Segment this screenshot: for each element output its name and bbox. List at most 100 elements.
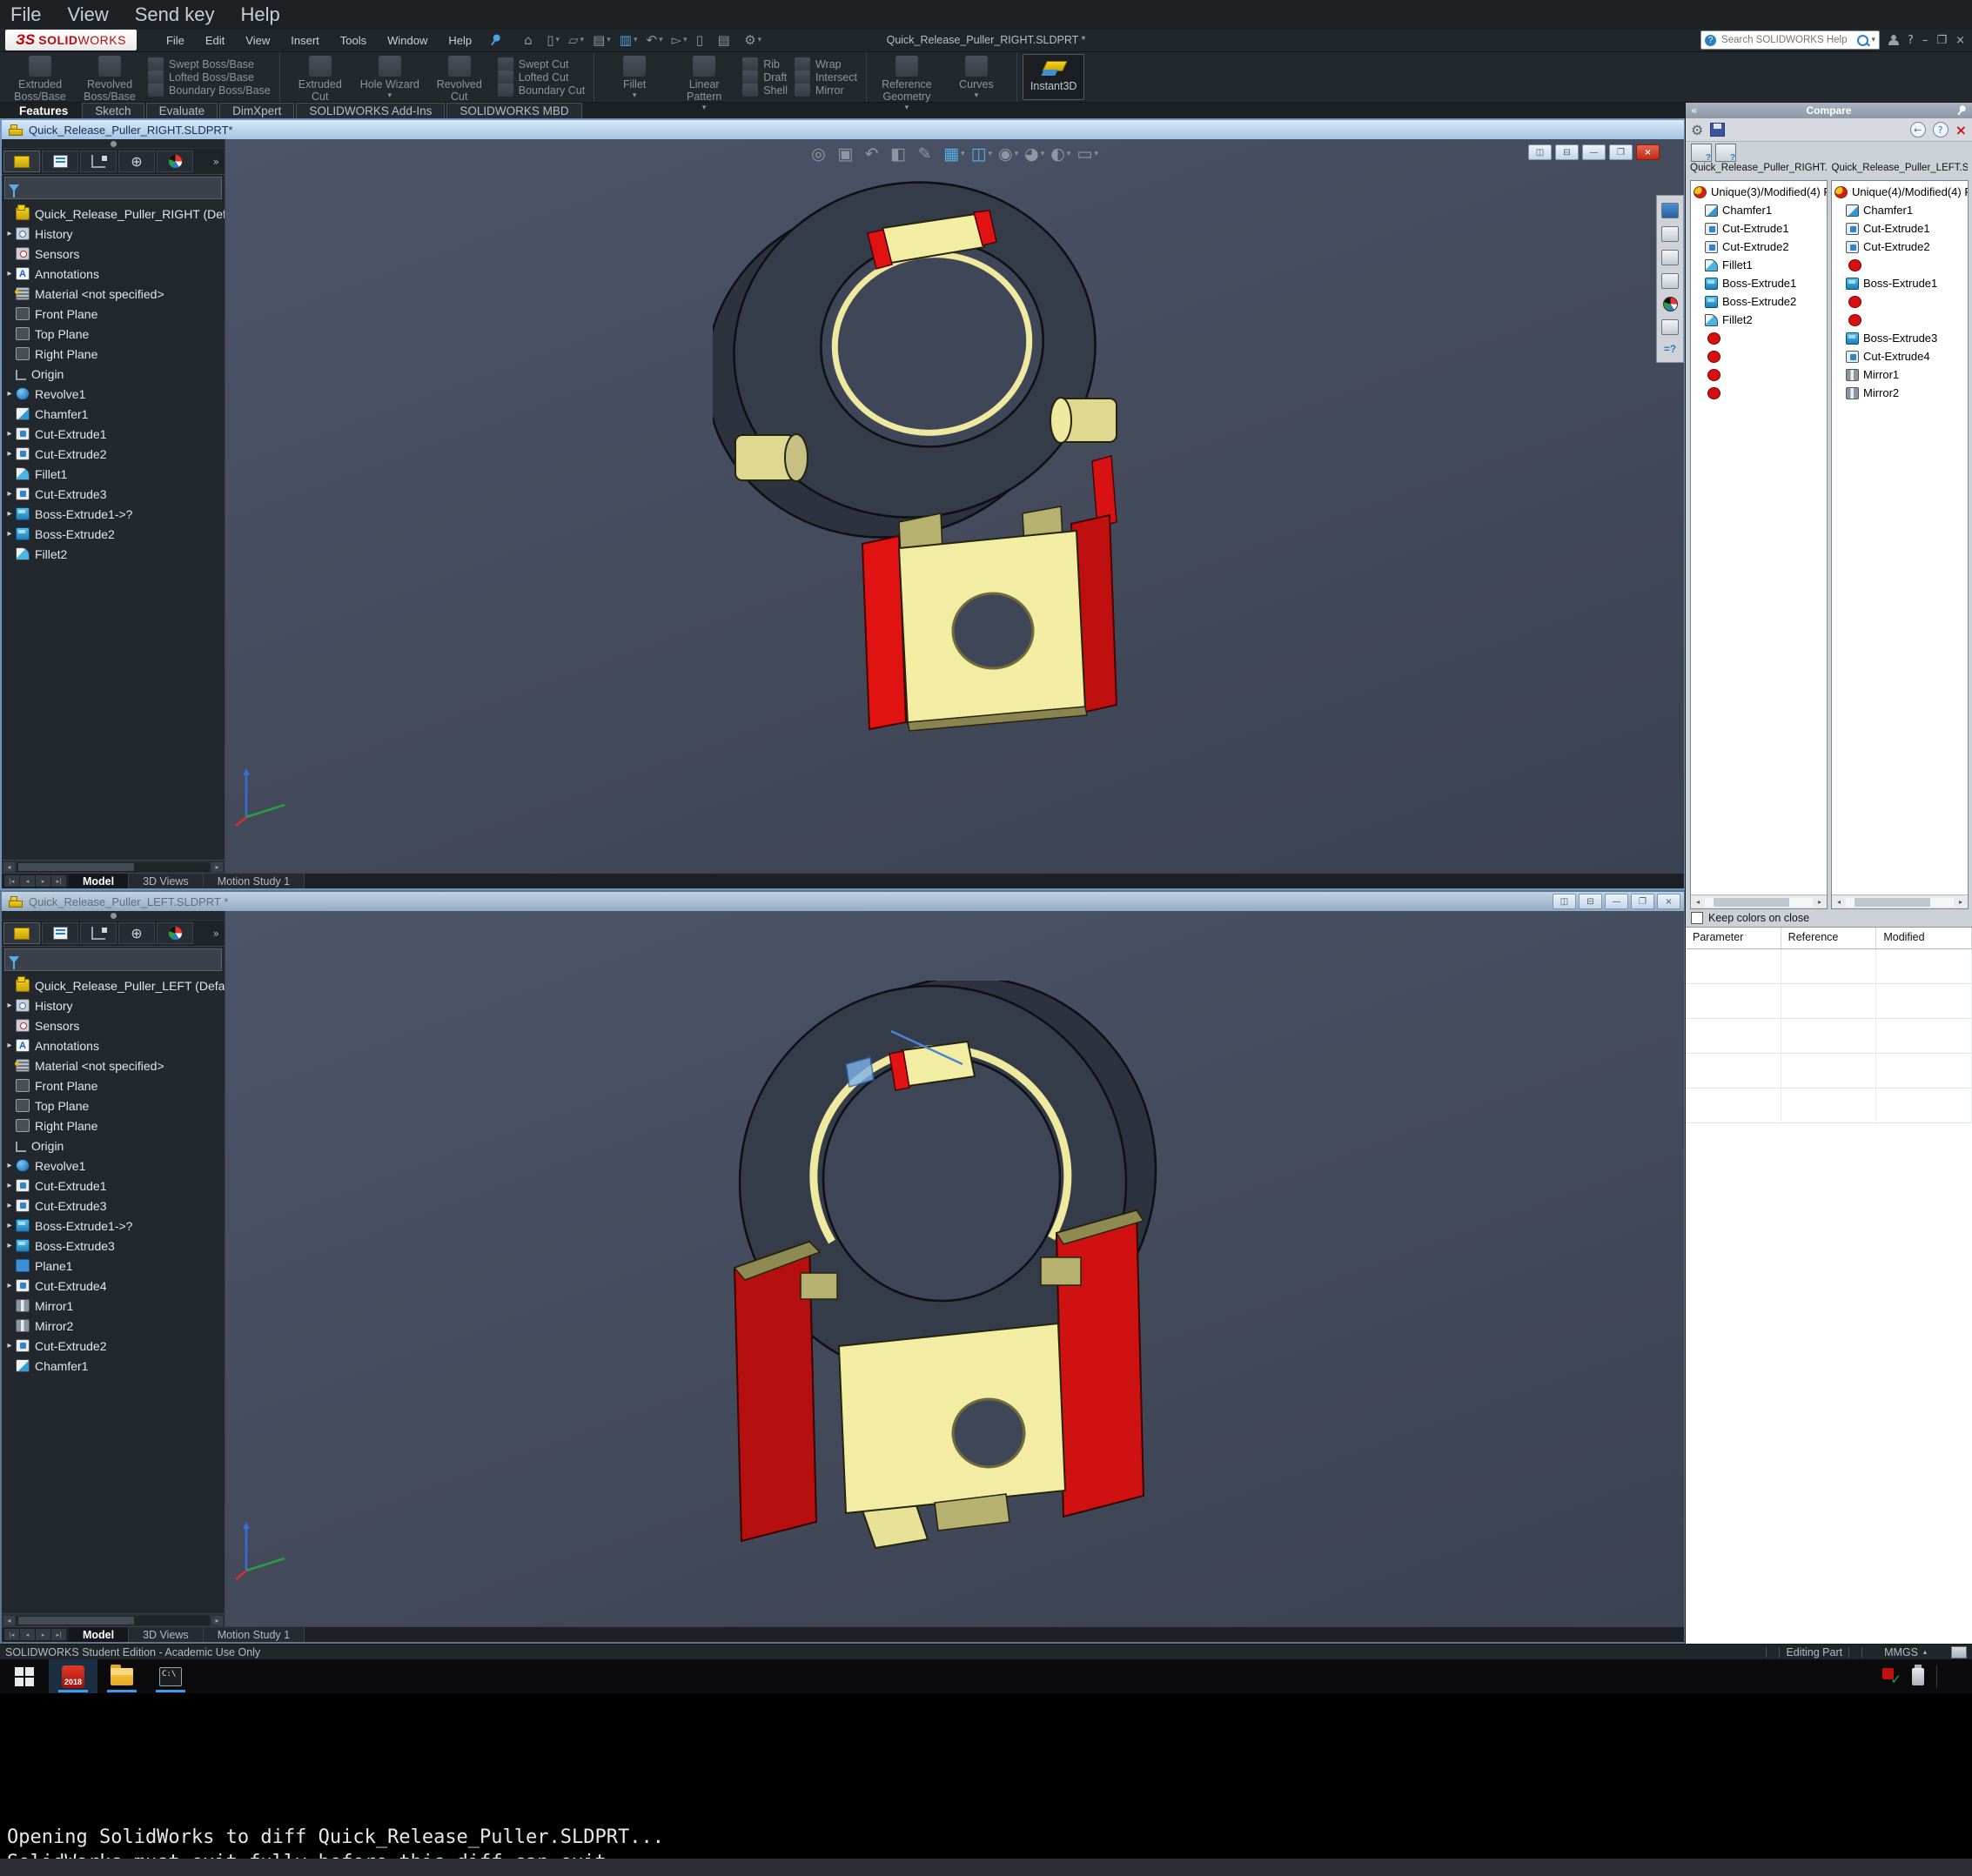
ribbon-tab[interactable]: Evaluate [146, 103, 218, 118]
ribbon-button[interactable]: Revolved Cut ▾ [428, 55, 491, 100]
ribbon-button[interactable]: Extruded Boss/Base ▾ [9, 55, 71, 100]
tree-item[interactable]: ▸ Boss-Extrude2 [3, 524, 225, 544]
tree-item[interactable]: ▸ Revolve1 [3, 384, 225, 404]
app-menu-item[interactable]: Tools [340, 34, 366, 47]
outer-menu-item[interactable]: View [67, 3, 108, 26]
tree-item[interactable]: ▸ Right Plane [3, 344, 225, 364]
compare-item[interactable] [1834, 256, 1968, 274]
ribbon-button[interactable]: Hole Wizard ▾ [359, 55, 421, 100]
compare-features-tab-icon[interactable] [1691, 144, 1712, 162]
tree-item[interactable]: ▸ Cut-Extrude2 [3, 444, 225, 464]
gear-icon[interactable]: ⚙ [1691, 122, 1703, 138]
ribbon-tab[interactable]: SOLIDWORKS Add-Ins [296, 103, 445, 118]
capsule-icon[interactable]: ▯ ▾ [696, 32, 709, 48]
ribbon-small-button[interactable]: Wrap [795, 57, 857, 70]
compare-item[interactable] [1693, 347, 1827, 365]
ribbon-small-button[interactable]: Boundary Boss/Base [148, 84, 271, 97]
tree-item[interactable]: ▸ Boss-Extrude1->? [3, 504, 225, 524]
user-icon[interactable] [1888, 35, 1899, 45]
tab-scroll-buttons[interactable]: |◂◂▸▸| [2, 1627, 69, 1642]
tree-item[interactable]: ▸ Right Plane [3, 1116, 225, 1136]
view-palette-icon[interactable] [1661, 273, 1679, 289]
table-column-header[interactable]: Modified [1876, 928, 1972, 948]
save-report-icon[interactable] [1710, 123, 1725, 137]
compare-item[interactable]: Boss-Extrude3 [1834, 329, 1968, 347]
tree-item[interactable]: ▸ Cut-Extrude1 [3, 1176, 225, 1196]
displaymanager-tab[interactable] [157, 922, 193, 944]
tree-item[interactable]: ▸ Chamfer1 [3, 1356, 225, 1376]
ribbon-small-button[interactable]: Draft [742, 70, 788, 84]
expand-tabs-icon[interactable]: » [213, 928, 223, 940]
tree-filter[interactable] [4, 948, 222, 971]
tree-item[interactable]: ▸ Revolve1 [3, 1156, 225, 1176]
compare-item[interactable]: Boss-Extrude1 [1693, 274, 1827, 292]
ribbon-small-button[interactable]: Mirror [795, 84, 857, 97]
table-column-header[interactable]: Parameter [1686, 928, 1781, 948]
select-icon[interactable]: ▻ ▾ [672, 32, 688, 48]
compare-item[interactable]: Cut-Extrude2 [1834, 238, 1968, 256]
help-icon[interactable]: ? [1908, 34, 1914, 47]
compare-item[interactable]: Cut-Extrude1 [1693, 219, 1827, 238]
propertymanager-tab[interactable] [42, 151, 78, 172]
app-menu-item[interactable]: Edit [205, 34, 225, 47]
tree-item[interactable]: ▸ Fillet2 [3, 544, 225, 564]
solidworks-tray-icon[interactable] [1882, 1668, 1900, 1685]
close-icon[interactable]: × [1955, 34, 1965, 47]
open-icon[interactable]: ▱ ▾ [568, 32, 584, 48]
tree-filter[interactable] [4, 177, 222, 199]
tree-item[interactable]: ▸ Cut-Extrude4 [3, 1276, 225, 1296]
compare-item[interactable] [1693, 329, 1827, 347]
tab-options-icon[interactable] [1951, 1646, 1967, 1658]
ribbon-small-button[interactable]: Swept Boss/Base [148, 57, 271, 70]
compare-item[interactable]: Boss-Extrude2 [1693, 292, 1827, 311]
tree-filter-input[interactable] [23, 181, 218, 195]
tree-hscrollbar[interactable]: ◂▸ [2, 1613, 225, 1626]
tile-horizontally-button[interactable]: ⊟ [1555, 144, 1579, 160]
search-caret-icon[interactable]: ▾ [1872, 36, 1876, 44]
new-document-icon[interactable]: ▯ ▾ [547, 32, 560, 48]
model-3d-right[interactable] [713, 148, 1165, 740]
ribbon-small-button[interactable]: Lofted Boss/Base [148, 70, 271, 84]
tree-item[interactable]: ▸ Material <not specified> [3, 1055, 225, 1075]
compare-hscrollbar[interactable]: ◂▸ [1691, 894, 1827, 908]
custom-properties-icon[interactable] [1661, 319, 1679, 335]
doc-tab[interactable]: Motion Study 1 [204, 1627, 305, 1642]
compare-item[interactable]: Mirror1 [1834, 365, 1968, 384]
design-library-icon[interactable] [1661, 226, 1679, 242]
close-button[interactable]: × [1636, 144, 1660, 160]
doc-tab[interactable]: Model [69, 874, 129, 888]
tree-item[interactable]: ▸ Chamfer1 [3, 404, 225, 424]
tree-item[interactable]: ▸ History [3, 224, 225, 244]
tree-item[interactable]: ▸ Material <not specified> [3, 284, 225, 304]
back-icon[interactable]: ← [1910, 122, 1926, 137]
tree-item[interactable]: ▸ Cut-Extrude2 [3, 1336, 225, 1356]
minimize-button[interactable]: — [1582, 144, 1606, 160]
compare-item[interactable]: Cut-Extrude4 [1834, 347, 1968, 365]
compare-item[interactable]: Mirror2 [1834, 384, 1968, 402]
compare-item[interactable]: Fillet2 [1693, 311, 1827, 329]
tab-scroll-buttons[interactable]: |◂◂▸▸| [2, 874, 69, 888]
ribbon-small-button[interactable]: Rib [742, 57, 788, 70]
tile-vertically-button[interactable]: ◫ [1553, 894, 1576, 909]
equations-icon[interactable]: =? [1664, 343, 1676, 355]
tree-item[interactable]: ▸ Top Plane [3, 1095, 225, 1116]
compare-item[interactable]: Cut-Extrude2 [1693, 238, 1827, 256]
panel-splitter-handle[interactable] [2, 139, 225, 149]
tree-item[interactable]: ▸ Front Plane [3, 1075, 225, 1095]
restore-button[interactable]: ❐ [1609, 144, 1633, 160]
app-menu-item[interactable]: Window [387, 34, 427, 47]
compare-root[interactable]: Unique(4)/Modified(4) Fe [1834, 183, 1968, 201]
tree-item[interactable]: ▸ Top Plane [3, 324, 225, 344]
doc-tab[interactable]: 3D Views [129, 874, 204, 888]
units-selector[interactable]: MMGS ▴ [1884, 1646, 1927, 1658]
compare-item[interactable] [1834, 292, 1968, 311]
tree-item[interactable]: ▸ Boss-Extrude3 [3, 1236, 225, 1256]
close-icon[interactable]: × [1955, 122, 1967, 138]
outer-menu-item[interactable]: File [10, 3, 41, 26]
restore-button[interactable]: ❐ [1631, 894, 1654, 909]
tree-item[interactable]: ▸ Mirror2 [3, 1316, 225, 1336]
tree-item[interactable]: ▸ Annotations [3, 264, 225, 284]
outer-menu-item[interactable]: Send key [135, 3, 215, 26]
tree-hscrollbar[interactable]: ◂▸ [2, 860, 225, 873]
start-button[interactable] [0, 1659, 49, 1693]
